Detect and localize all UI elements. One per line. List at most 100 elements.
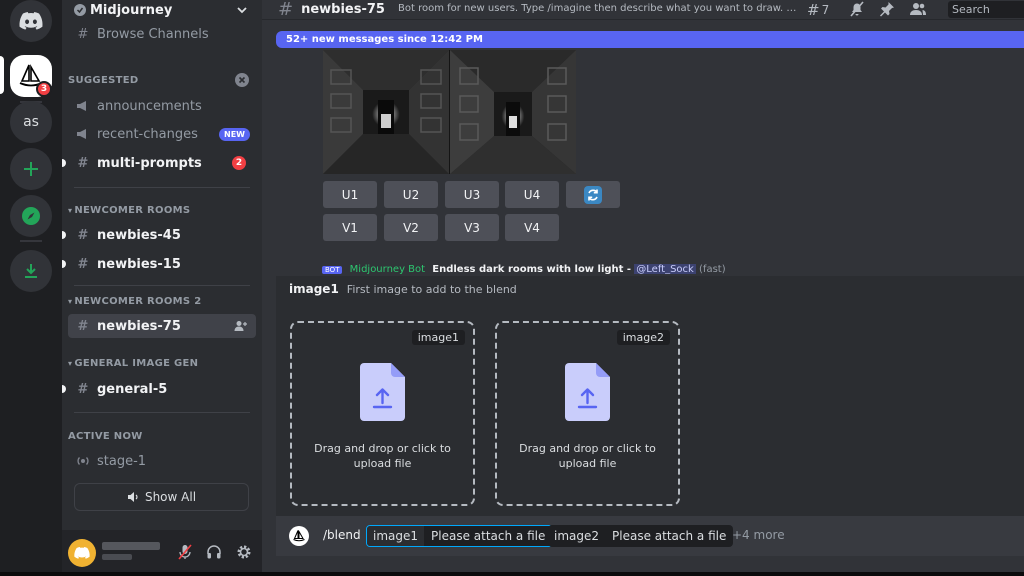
stage-channel[interactable]: stage-1 <box>68 449 256 473</box>
unread-indicator <box>62 231 66 239</box>
home-button[interactable] <box>10 0 52 42</box>
pin-icon[interactable] <box>879 1 895 17</box>
variation-button-4[interactable]: V4 <box>505 214 559 241</box>
show-all-button[interactable]: Show All <box>74 483 249 511</box>
variation-button-2[interactable]: V2 <box>384 214 438 241</box>
generated-image-grid[interactable] <box>323 50 576 174</box>
server-header[interactable]: Midjourney <box>62 0 262 20</box>
new-messages-banner[interactable]: 52+ new messages since 12:42 PM <box>276 31 1024 48</box>
notifications-muted-icon[interactable] <box>849 1 865 17</box>
dropzone-tag: image2 <box>616 330 670 345</box>
caret-down-icon: ▾ <box>68 359 73 368</box>
gear-icon[interactable] <box>236 544 252 560</box>
hashtag-icon: # <box>77 155 89 171</box>
plus-icon <box>24 162 38 176</box>
channel-topic[interactable]: Bot room for new users. Type /imagine th… <box>398 3 798 14</box>
variation-button-3[interactable]: V3 <box>445 214 499 241</box>
user-mention[interactable]: @Left_Sock <box>634 264 696 274</box>
midjourney-boat-icon <box>293 530 305 542</box>
compass-icon <box>22 207 40 225</box>
search-input[interactable]: Search <box>948 1 1024 18</box>
verified-check-icon <box>74 4 86 16</box>
browse-channels[interactable]: # Browse Channels <box>68 22 256 46</box>
midjourney-app-icon <box>289 526 309 546</box>
server-name: Midjourney <box>90 2 173 18</box>
channel-general-5[interactable]: # general-5 <box>62 377 256 401</box>
upload-file-icon <box>360 363 405 421</box>
browse-channels-label: Browse Channels <box>97 26 209 42</box>
option-description: First image to add to the blend <box>346 283 517 296</box>
channel-label: multi-prompts <box>97 155 202 171</box>
redacted-user-tag <box>102 554 132 560</box>
category-newcomer-rooms-2[interactable]: ▾ NEWCOMER ROOMS 2 <box>68 296 201 307</box>
user-panel <box>62 530 262 576</box>
option-value: Please attach a file <box>605 525 734 547</box>
server-mention-badge: 3 <box>36 81 52 97</box>
upscale-button-3[interactable]: U3 <box>445 181 499 208</box>
caret-down-icon: ▾ <box>68 297 73 306</box>
discord-logo-icon <box>74 547 90 559</box>
command-option-image1[interactable]: image1 Please attach a file <box>366 525 554 547</box>
category-newcomer-rooms[interactable]: ▾ NEWCOMER ROOMS <box>68 205 190 216</box>
channel-label: newbies-75 <box>97 318 181 334</box>
category-suggested[interactable]: SUGGESTED <box>68 75 138 86</box>
category-label: NEWCOMER ROOMS 2 <box>74 296 202 307</box>
megaphone-icon <box>74 100 92 112</box>
message-text: Endless dark rooms with low light - <box>432 264 632 274</box>
bot-name[interactable]: Midjourney Bot <box>350 264 425 274</box>
browse-channels-icon: # <box>77 26 89 42</box>
channel-label: newbies-15 <box>97 256 181 272</box>
show-all-label: Show All <box>144 490 197 504</box>
dropzone-tag: image1 <box>411 330 465 345</box>
header-toolbar <box>849 1 927 17</box>
headphones-icon[interactable] <box>206 544 222 560</box>
command-input-bar[interactable]: /blend image1 Please attach a file image… <box>276 516 1024 556</box>
reroll-button[interactable] <box>566 181 620 208</box>
thread-hashtag-icon: # <box>77 227 89 243</box>
unread-indicator <box>62 159 66 167</box>
channel-recent-changes[interactable]: recent-changes NEW <box>68 122 256 146</box>
avatar[interactable] <box>68 539 96 567</box>
add-server-button[interactable] <box>10 148 52 190</box>
channel-title: newbies-75 <box>301 2 385 17</box>
category-suggested-label: SUGGESTED <box>68 75 139 86</box>
rail-separator-2 <box>20 240 42 242</box>
caret-down-icon: ▾ <box>68 206 73 215</box>
command-option-image2[interactable]: image2 Please attach a file <box>548 525 734 547</box>
explore-button[interactable] <box>10 195 52 237</box>
threads-button[interactable]: # 7 <box>807 1 829 19</box>
mic-muted-icon[interactable] <box>178 544 192 560</box>
category-general-image-gen[interactable]: ▾ GENERAL IMAGE GEN <box>68 358 198 369</box>
new-badge: NEW <box>219 128 250 141</box>
channel-newbies-75[interactable]: # newbies-75 <box>68 314 256 338</box>
member-list-icon[interactable] <box>909 1 927 17</box>
channel-newbies-45[interactable]: # newbies-45 <box>62 223 256 247</box>
variation-button-1[interactable]: V1 <box>323 214 377 241</box>
download-apps-button[interactable] <box>10 250 52 292</box>
upscale-button-1[interactable]: U1 <box>323 181 377 208</box>
megaphone-icon <box>74 128 92 140</box>
upload-dropzone-image1[interactable]: image1 Drag and drop or click to upload … <box>290 321 475 506</box>
dismiss-suggested-icon[interactable] <box>235 73 249 87</box>
bottom-edge <box>0 572 1024 576</box>
stage-icon <box>74 454 92 468</box>
channel-multi-prompts[interactable]: # multi-prompts 2 <box>62 151 256 175</box>
sidebar-divider <box>74 285 250 286</box>
upload-dropzone-image2[interactable]: image2 Drag and drop or click to upload … <box>495 321 680 506</box>
more-options[interactable]: +4 more <box>732 528 785 542</box>
channel-label: announcements <box>97 98 202 114</box>
upscale-button-2[interactable]: U2 <box>384 181 438 208</box>
user-controls <box>178 544 252 560</box>
invite-user-icon[interactable] <box>234 320 248 332</box>
channel-label: stage-1 <box>97 453 147 469</box>
sidebar-divider <box>74 187 250 188</box>
speaker-icon <box>127 492 138 502</box>
channel-label: recent-changes <box>97 126 198 142</box>
channel-announcements[interactable]: announcements <box>68 94 256 118</box>
upscale-button-4[interactable]: U4 <box>505 181 559 208</box>
option-value: Please attach a file <box>424 526 553 546</box>
server-as-label: as <box>23 114 39 130</box>
server-as[interactable]: as <box>10 101 52 143</box>
discord-app: 3 as Midjourney # Browse Channels SUGGES… <box>0 0 1024 576</box>
channel-newbies-15[interactable]: # newbies-15 <box>62 252 256 276</box>
